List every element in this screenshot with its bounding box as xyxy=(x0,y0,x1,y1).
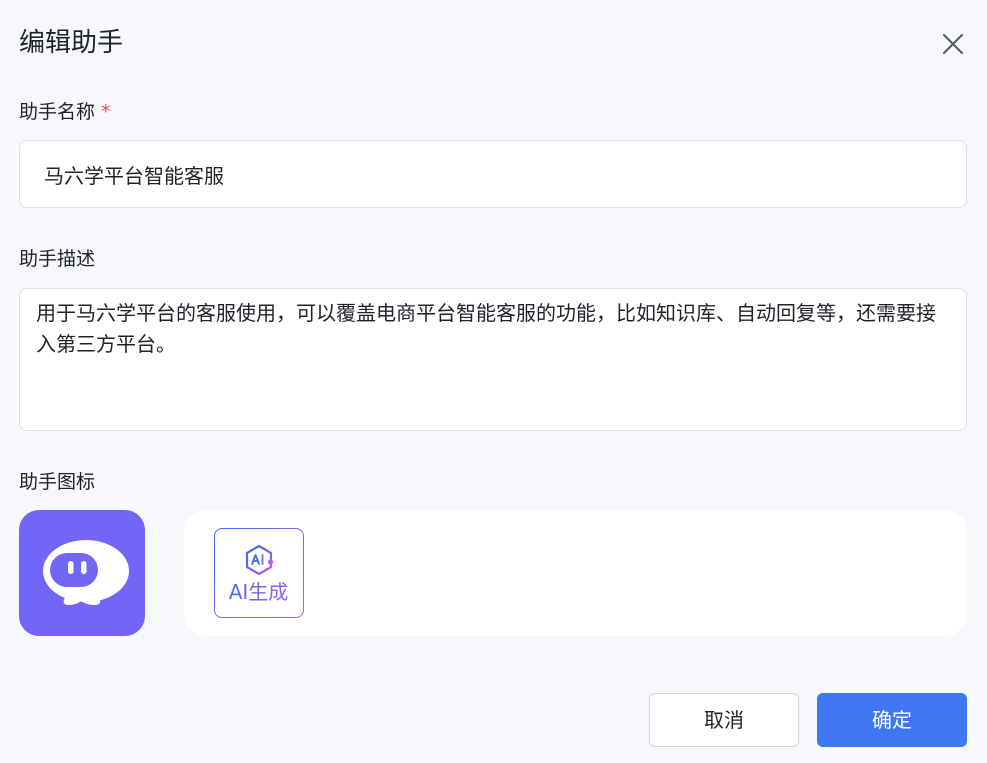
current-avatar[interactable] xyxy=(19,510,145,636)
cancel-button[interactable]: 取消 xyxy=(649,693,799,747)
description-field-label: 助手描述 xyxy=(19,248,96,270)
name-field-label: 助手名称 * xyxy=(19,99,111,125)
name-input[interactable] xyxy=(19,140,967,208)
ai-generate-button[interactable]: AI生成 xyxy=(214,528,304,618)
robot-avatar-icon xyxy=(43,540,129,605)
dialog-title: 编辑助手 xyxy=(19,28,124,58)
ai-badge-icon xyxy=(245,544,274,576)
description-textarea[interactable]: 用于马六学平台的客服使用，可以覆盖电商平台智能客服的功能，比如知识库、自动回复等… xyxy=(19,288,967,431)
close-icon[interactable] xyxy=(938,29,968,59)
close-button[interactable] xyxy=(938,29,968,59)
confirm-button[interactable]: 确定 xyxy=(817,693,967,747)
ai-generate-label: AI生成 xyxy=(215,579,302,605)
required-mark: * xyxy=(101,101,111,123)
name-label-text: 助手名称 xyxy=(19,101,96,123)
icon-field-label: 助手图标 xyxy=(19,471,96,493)
